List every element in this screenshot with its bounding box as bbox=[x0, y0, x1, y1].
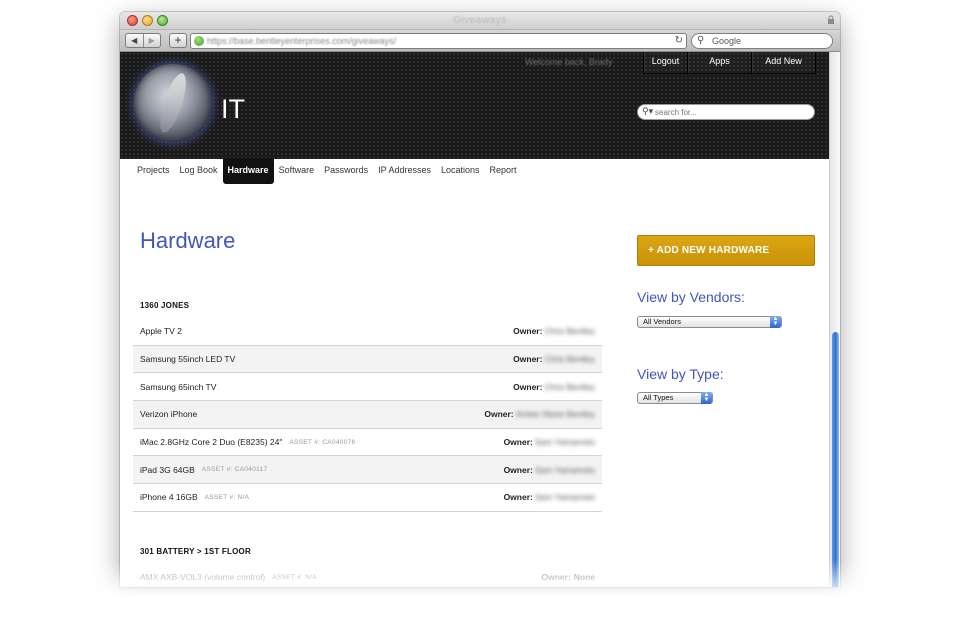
welcome-message: Welcome back, Brady bbox=[525, 57, 613, 67]
tab-software[interactable]: Software bbox=[274, 158, 320, 184]
owner-label: Owner: bbox=[503, 464, 533, 475]
owner-name: None bbox=[573, 572, 595, 583]
tab-hardware[interactable]: Hardware bbox=[222, 158, 274, 184]
owner-name: Chris Bentley bbox=[544, 354, 595, 365]
list-item[interactable]: Verizon iPhone Owner: Amber Marie Bentley bbox=[133, 401, 602, 429]
address-bar[interactable]: https://base.bentleyenterprises.com/give… bbox=[190, 33, 687, 49]
hardware-name[interactable]: Apple TV 2 bbox=[140, 326, 182, 336]
owner-name: Sam Yamamoto bbox=[534, 492, 595, 503]
site-title: IT bbox=[221, 94, 245, 124]
window-title: Giveaways bbox=[453, 15, 507, 26]
lock-icon bbox=[828, 15, 834, 24]
tab-log-book[interactable]: Log Book bbox=[175, 158, 223, 184]
scrollbar-thumb[interactable] bbox=[832, 332, 839, 587]
asset-number: ASSET #: CA040076 bbox=[289, 438, 356, 446]
list-item[interactable]: Samsung 55inch LED TV Owner: Chris Bentle… bbox=[133, 345, 602, 374]
owner-name: Sam Yamamoto bbox=[534, 464, 595, 475]
history-nav: ◀ ▶ bbox=[125, 33, 161, 48]
owner-info: Owner: Chris Bentley bbox=[513, 373, 595, 400]
browser-toolbar: ◀ ▶ + https://base.bentleyenterprises.co… bbox=[120, 30, 840, 52]
search-icon: ⚲ bbox=[697, 35, 705, 46]
owner-label: Owner: bbox=[513, 354, 543, 365]
list-item[interactable]: Samsung 65inch TV Owner: Chris Bentley bbox=[133, 373, 602, 402]
location-heading: 1360 JONES bbox=[140, 301, 190, 310]
type-select[interactable]: All Types ▲ ▼ bbox=[637, 392, 713, 404]
hardware-name[interactable]: Samsung 55inch LED TV bbox=[140, 354, 235, 364]
tab-projects[interactable]: Projects bbox=[132, 158, 175, 184]
site-favicon-icon bbox=[194, 36, 204, 46]
location-heading: 301 BATTERY > 1ST FLOOR bbox=[140, 547, 251, 556]
owner-info: Owner: Chris Bentley bbox=[513, 346, 595, 373]
owner-label: Owner: bbox=[484, 409, 514, 420]
tab-passwords[interactable]: Passwords bbox=[319, 158, 373, 184]
tab-locations[interactable]: Locations bbox=[436, 158, 485, 184]
hardware-name[interactable]: Samsung 65inch TV bbox=[140, 382, 216, 392]
section-nav: Projects Log Book Hardware Software Pass… bbox=[132, 158, 522, 184]
type-select-value: All Types bbox=[643, 393, 674, 402]
browser-window: Giveaways ◀ ▶ + https://base.bentleyente… bbox=[120, 12, 840, 587]
hardware-name[interactable]: iPad 3G 64GB bbox=[140, 465, 195, 475]
browser-search-field[interactable]: ⚲ Google bbox=[691, 33, 833, 49]
browser-search-placeholder: Google bbox=[712, 36, 742, 46]
web-page: IT Welcome back, Brady Logout Apps Add N… bbox=[120, 52, 829, 587]
owner-label: Owner: bbox=[503, 437, 533, 448]
hardware-name[interactable]: Verizon iPhone bbox=[140, 409, 197, 419]
top-nav: Logout Apps Add New bbox=[643, 52, 816, 74]
reload-icon[interactable]: ↻ bbox=[675, 34, 683, 48]
owner-info: Owner: Chris Bentley bbox=[513, 318, 595, 345]
chevron-updown-icon: ▲ ▼ bbox=[770, 316, 781, 328]
hardware-name[interactable]: iPhone 4 16GB bbox=[140, 492, 198, 502]
page-title: Hardware bbox=[140, 228, 236, 253]
add-bookmark-button[interactable]: + bbox=[169, 33, 187, 48]
asset-number: ASSET #: N/A bbox=[204, 493, 250, 501]
owner-name: Sam Yamamoto bbox=[534, 437, 595, 448]
owner-info: Owner: None bbox=[541, 564, 595, 587]
hardware-name[interactable]: AMX AXB-VOL3 (volume control) bbox=[140, 572, 265, 582]
tab-ip-addresses[interactable]: IP Addresses bbox=[373, 158, 436, 184]
tab-report[interactable]: Report bbox=[485, 158, 522, 184]
hardware-list: Apple TV 2 Owner: Chris Bentley Samsung 5… bbox=[133, 318, 602, 512]
owner-info: Owner: Sam Yamamoto bbox=[504, 456, 595, 483]
site-search-input[interactable] bbox=[655, 106, 810, 118]
vendors-select-value: All Vendors bbox=[643, 317, 681, 326]
list-item[interactable]: iPhone 4 16GB ASSET #: N/A Owner: Sam Yam… bbox=[133, 484, 602, 512]
search-icon: ⚲▾ bbox=[642, 106, 654, 116]
add-new-link[interactable]: Add New bbox=[752, 52, 816, 73]
logout-link[interactable]: Logout bbox=[644, 52, 688, 73]
owner-label: Owner: bbox=[513, 381, 543, 392]
list-item[interactable]: iMac 2.8GHz Core 2 Duo (E8235) 24" ASSET… bbox=[133, 429, 602, 457]
owner-info: Owner: Sam Yamamoto bbox=[504, 429, 595, 456]
hardware-name[interactable]: iMac 2.8GHz Core 2 Duo (E8235) 24" bbox=[140, 437, 282, 447]
owner-name: Chris Bentley bbox=[544, 381, 595, 392]
list-item[interactable]: Apple TV 2 Owner: Chris Bentley bbox=[133, 318, 602, 346]
apps-link[interactable]: Apps bbox=[688, 52, 752, 73]
url-text: https://base.bentleyenterprises.com/give… bbox=[207, 36, 397, 46]
chevron-updown-icon: ▲ ▼ bbox=[701, 392, 712, 404]
type-heading: View by Type: bbox=[637, 366, 724, 382]
site-logo[interactable] bbox=[134, 64, 212, 142]
owner-label: Owner: bbox=[513, 326, 543, 337]
site-search: ⚲▾ bbox=[637, 104, 815, 120]
owner-label: Owner: bbox=[541, 572, 571, 583]
owner-label: Owner: bbox=[503, 492, 533, 503]
owner-name: Chris Bentley bbox=[544, 326, 595, 337]
asset-number: ASSET #: N/A bbox=[272, 573, 317, 581]
owner-info: Owner: Sam Yamamoto bbox=[504, 484, 595, 511]
page-scrollbar[interactable] bbox=[829, 52, 840, 587]
hardware-list: AMX AXB-VOL3 (volume control) ASSET #: N… bbox=[133, 564, 602, 587]
owner-name: Amber Marie Bentley bbox=[515, 409, 595, 420]
list-item[interactable]: iPad 3G 64GB ASSET #: CA040117 Owner: Sam… bbox=[133, 456, 602, 485]
vendors-select[interactable]: All Vendors ▲ ▼ bbox=[637, 316, 782, 328]
site-header: IT Welcome back, Brady Logout Apps Add N… bbox=[120, 52, 829, 158]
list-item[interactable]: AMX AXB-VOL3 (volume control) ASSET #: N… bbox=[133, 564, 602, 587]
leaf-icon bbox=[154, 70, 192, 136]
asset-number: ASSET #: CA040117 bbox=[201, 466, 268, 474]
forward-button[interactable]: ▶ bbox=[142, 34, 161, 47]
back-button[interactable]: ◀ bbox=[126, 34, 143, 47]
owner-info: Owner: Amber Marie Bentley bbox=[484, 401, 595, 428]
vendors-heading: View by Vendors: bbox=[637, 289, 745, 305]
add-new-hardware-button[interactable]: + ADD NEW HARDWARE bbox=[637, 235, 815, 266]
title-bar: Giveaways bbox=[120, 12, 840, 30]
